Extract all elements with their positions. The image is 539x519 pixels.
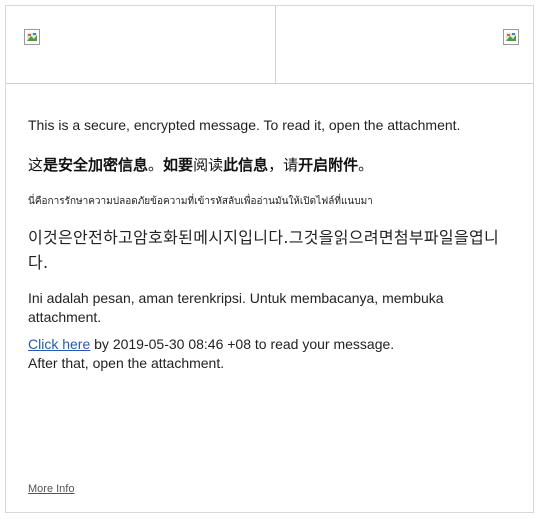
chinese-text: 这是安全加密信息。如要阅读此信息，请开启附件。	[28, 155, 518, 175]
chinese-segment: 是安全加密信息	[43, 156, 149, 174]
chinese-segment: 如要	[163, 156, 194, 174]
korean-text: 이것은안전하고암호화된메시지입니다.그것을읽으려면첨부파일을엽니다.	[28, 228, 500, 272]
chinese-segment: ，	[268, 156, 284, 174]
broken-image-icon	[24, 29, 40, 45]
after-line: After that, open the attachment.	[28, 355, 225, 371]
chinese-segment: 请	[283, 156, 299, 174]
click-here-link[interactable]: Click here	[28, 336, 90, 352]
chinese-segment: 。	[358, 156, 374, 174]
chinese-segment: 这	[28, 156, 44, 174]
thai-text: นี่คือการรักษาความปลอดภัยข้อความที่เข้าร…	[28, 196, 373, 207]
chinese-segment: 。	[148, 156, 164, 174]
more-info-link[interactable]: More Info	[28, 483, 74, 495]
broken-image-icon	[503, 29, 519, 45]
link-suffix: by 2019-05-30 08:46 +08 to read your mes…	[90, 336, 395, 352]
english-text: This is a secure, encrypted message. To …	[28, 117, 461, 133]
chinese-segment: 开启附件	[298, 156, 359, 174]
indonesian-text: Ini adalah pesan, aman terenkripsi. Untu…	[28, 290, 444, 325]
chinese-segment: 阅读	[193, 156, 224, 174]
header-divider	[275, 6, 276, 83]
header-images	[6, 6, 533, 84]
message-body: This is a secure, encrypted message. To …	[28, 116, 518, 373]
chinese-segment: 此信息	[223, 156, 269, 174]
click-here-line: Click here by 2019-05-30 08:46 +08 to re…	[28, 335, 518, 373]
